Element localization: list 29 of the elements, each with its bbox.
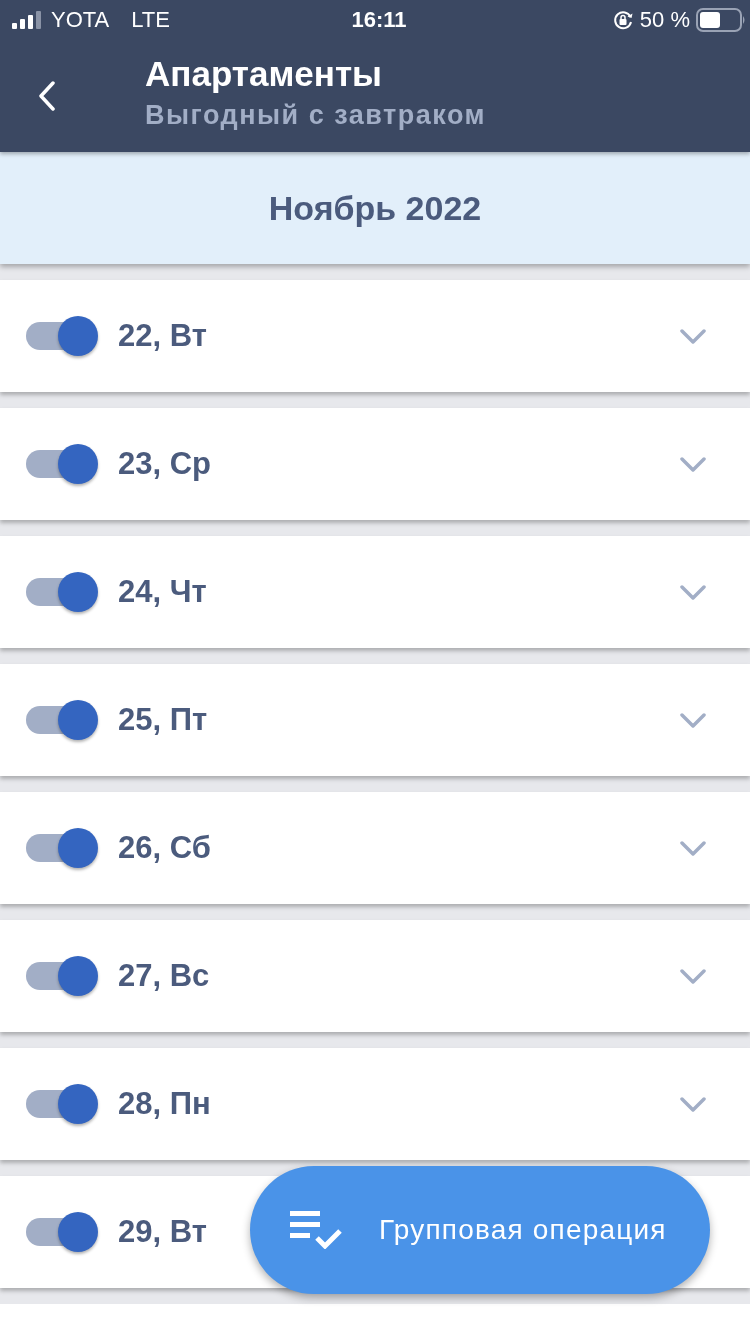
toggle-switch[interactable] xyxy=(26,1084,98,1124)
toggle-switch[interactable] xyxy=(26,316,98,356)
page-title: Апартаменты xyxy=(145,54,383,94)
toggle-switch[interactable] xyxy=(26,572,98,612)
list-check-icon xyxy=(290,1211,342,1249)
day-label: 26, Сб xyxy=(118,830,211,866)
carrier-name: YOTA xyxy=(51,7,110,33)
toggle-switch[interactable] xyxy=(26,956,98,996)
battery-icon xyxy=(696,8,746,32)
day-label: 28, Пн xyxy=(118,1086,211,1122)
rotation-lock-icon xyxy=(611,9,634,31)
toggle-switch[interactable] xyxy=(26,828,98,868)
day-label: 27, Вс xyxy=(118,958,210,994)
day-label: 25, Пт xyxy=(118,702,208,738)
toggle-switch[interactable] xyxy=(26,444,98,484)
toggle-switch[interactable] xyxy=(26,700,98,740)
status-time: 16:11 xyxy=(351,7,407,33)
page-subtitle: Выгодный с завтраком xyxy=(145,99,487,132)
battery-percent: 50 % xyxy=(639,7,690,33)
day-label: 22, Вт xyxy=(118,318,207,354)
group-operation-button[interactable]: Групповая операция xyxy=(250,1166,710,1294)
month-title: Ноябрь 2022 xyxy=(268,188,482,228)
day-label: 23, Ср xyxy=(118,446,212,482)
signal-icon xyxy=(12,11,42,29)
toggle-switch[interactable] xyxy=(26,1212,98,1252)
chevron-left-icon xyxy=(38,81,56,111)
day-label: 24, Чт xyxy=(118,574,207,610)
network-type: LTE xyxy=(131,7,170,33)
day-label: 29, Вт xyxy=(118,1214,207,1250)
